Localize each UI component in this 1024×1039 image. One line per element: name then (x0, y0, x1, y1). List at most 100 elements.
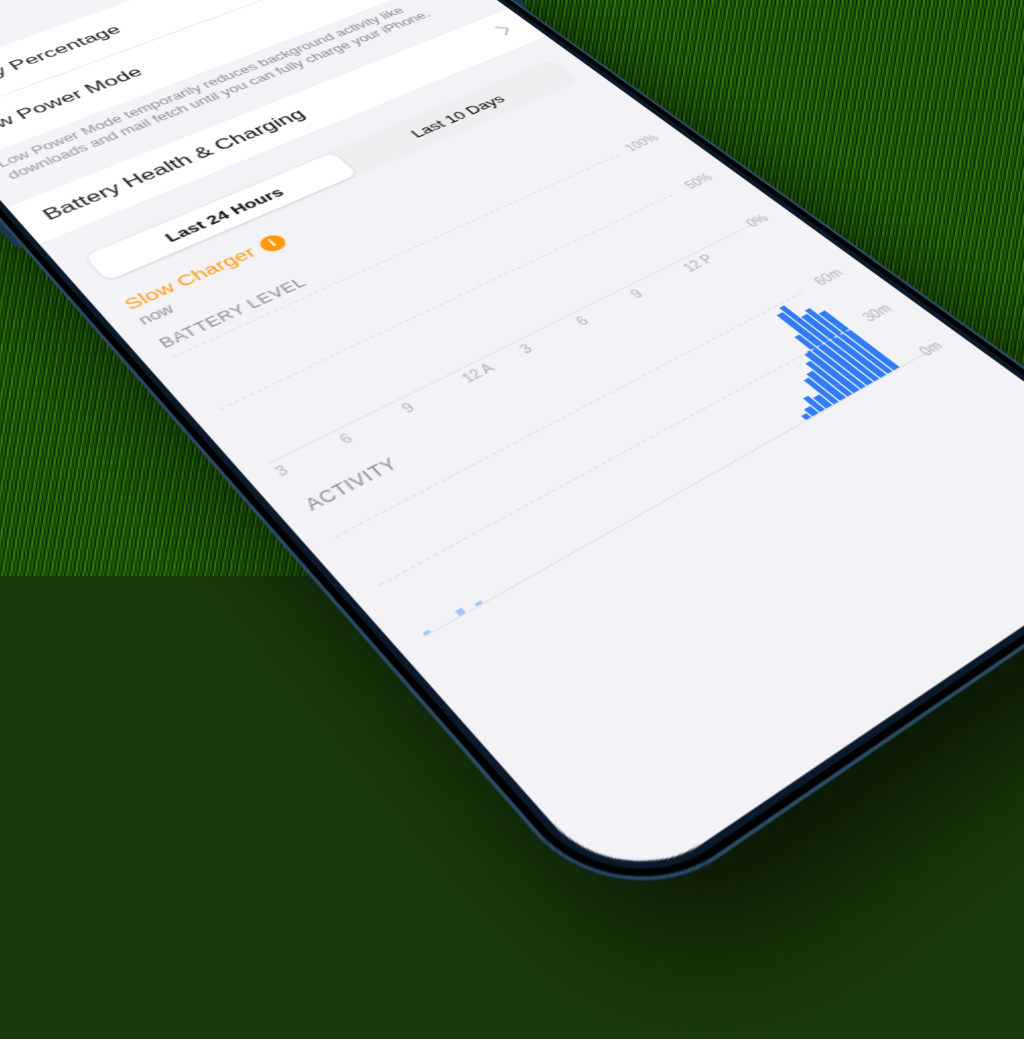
battery-bar (629, 282, 635, 285)
battery-bar (382, 405, 388, 408)
activity-bar (654, 503, 660, 507)
battery-bar (318, 436, 325, 439)
battery-bar (650, 272, 655, 275)
activity-bar (736, 457, 742, 460)
battery-bar (722, 237, 727, 240)
activity-bar (800, 421, 806, 424)
battery-bar (294, 448, 301, 451)
activity-bar (676, 491, 682, 494)
battery-bar (286, 452, 293, 455)
y-label-60m: 60m (812, 267, 847, 288)
battery-bar (689, 253, 694, 256)
iphone-device: 2:06 (0, 0, 1024, 927)
battery-bar (374, 408, 380, 411)
battery-bar (269, 460, 276, 463)
battery-bar (581, 306, 587, 309)
battery-bar (546, 324, 552, 327)
battery-bar (602, 296, 608, 299)
activity-bar (559, 556, 566, 560)
battery-bar (277, 456, 284, 459)
battery-bar (517, 338, 523, 341)
battery-bar (656, 269, 661, 272)
battery-bar (302, 444, 309, 447)
battery-bar (623, 286, 629, 289)
battery-bar (683, 256, 688, 259)
activity-bar (699, 478, 705, 481)
battery-bar (510, 341, 516, 344)
activity-bar (485, 598, 492, 602)
activity-bar (584, 543, 590, 547)
activity-bar (764, 441, 770, 444)
battery-bar (342, 424, 349, 427)
battery-bar (532, 331, 538, 334)
activity-bar (786, 429, 792, 432)
activity-bar (771, 437, 777, 440)
activity-bar (422, 629, 432, 636)
activity-bar (510, 584, 517, 588)
battery-bar (588, 303, 594, 306)
activity-bar (607, 530, 613, 534)
activity-bar (527, 575, 534, 579)
battery-bar (413, 389, 419, 392)
battery-bar (663, 266, 668, 269)
battery-bar (366, 412, 372, 415)
battery-bar (676, 259, 681, 262)
activity-bar (721, 465, 727, 468)
battery-bar (636, 279, 642, 282)
battery-bar (473, 359, 479, 362)
battery-bar (574, 310, 580, 313)
activity-bar (502, 589, 509, 593)
activity-bar (455, 608, 467, 617)
battery-bar (481, 356, 487, 359)
battery-bar (715, 240, 720, 243)
activity-bar (661, 499, 667, 503)
battery-bar (616, 289, 622, 292)
battery-bar (421, 385, 427, 388)
battery-bar (567, 313, 573, 316)
activity-bar (535, 570, 542, 574)
battery-bar (495, 348, 501, 351)
activity-bar (576, 547, 583, 551)
battery-bar (390, 401, 396, 404)
battery-bar (466, 363, 472, 366)
battery-bar (696, 250, 701, 253)
battery-bar (405, 393, 411, 396)
battery-bar (553, 320, 559, 323)
battery-bar (609, 293, 615, 296)
activity-bar (706, 474, 712, 477)
activity-bar (434, 627, 441, 631)
battery-bar (334, 428, 341, 431)
y-label-0m: 0m (917, 340, 947, 359)
y-label-30m: 30m (860, 303, 896, 325)
battery-bar (451, 370, 457, 373)
battery-bar (525, 334, 531, 337)
activity-bar (474, 600, 484, 607)
activity-bar (728, 461, 734, 464)
chevron-right-icon (494, 23, 519, 39)
battery-bar (702, 246, 707, 249)
activity-bar (757, 445, 763, 448)
activity-bar (615, 525, 621, 529)
activity-bar (519, 579, 526, 583)
activity-bar (638, 512, 644, 516)
activity-bar (568, 552, 575, 556)
battery-bar (643, 276, 648, 279)
activity-bar (778, 433, 784, 436)
activity-bar (468, 608, 475, 612)
activity-bar (543, 566, 550, 570)
battery-bar (458, 367, 464, 370)
battery-bar (670, 263, 675, 266)
activity-bar (646, 508, 652, 512)
activity-bar (743, 453, 749, 456)
battery-bar (428, 382, 434, 385)
activity-bar (684, 486, 690, 489)
battery-bar (443, 374, 449, 377)
activity-bar (750, 449, 756, 452)
battery-bar (358, 416, 364, 419)
battery-bar (709, 243, 714, 246)
battery-bar (436, 378, 442, 381)
activity-bar (494, 594, 501, 598)
battery-bar (503, 345, 509, 348)
activity-bar (691, 482, 697, 485)
battery-bar (350, 420, 356, 423)
